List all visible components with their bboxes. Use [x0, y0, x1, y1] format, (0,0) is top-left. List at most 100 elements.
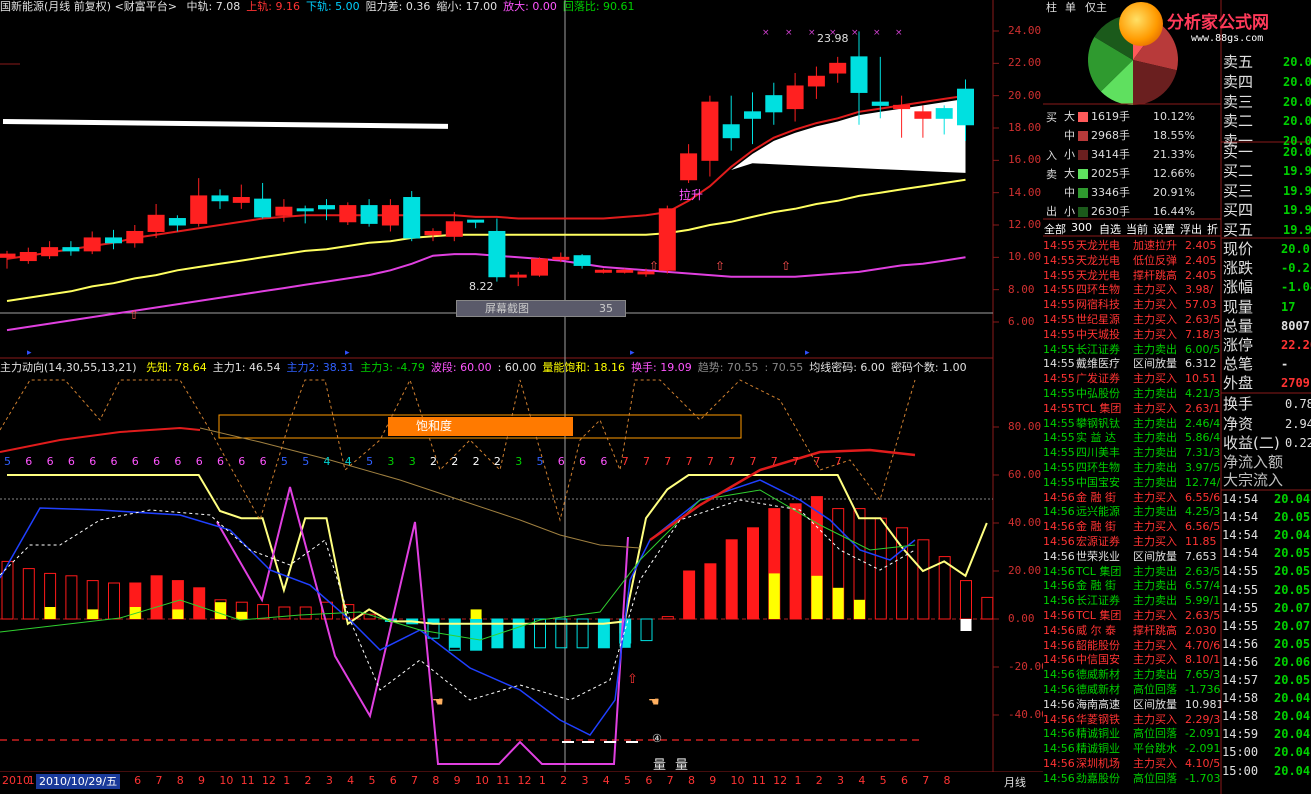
alert-value: 4.21/3	[1185, 387, 1221, 400]
alert-value: 2.405	[1185, 268, 1217, 282]
alert-row[interactable]: 14:56精诚铜业 高位回落 -2.091	[1043, 726, 1221, 741]
alert-row[interactable]: 14:56长江证券 主力卖出 5.99/1	[1043, 593, 1221, 608]
alert-event: 主力卖出	[1133, 594, 1177, 608]
alert-row[interactable]: 14:56德威新材 主力卖出 7.65/3	[1043, 667, 1221, 682]
alert-value: -1.736	[1185, 683, 1221, 696]
code-digit: 6	[174, 455, 182, 468]
alert-stock: 中信国安	[1076, 653, 1120, 667]
alert-row[interactable]: 14:55四环生物 主力买入 3.98/	[1043, 282, 1221, 297]
alert-value: 12.74/	[1185, 475, 1221, 489]
alert-value: 57.03	[1185, 298, 1217, 312]
code-digit: 7	[706, 455, 714, 468]
alert-row[interactable]: 14:55四川美丰 主力卖出 7.31/3	[1043, 445, 1221, 460]
alert-tab[interactable]: 300	[1071, 221, 1092, 234]
alert-row[interactable]: 14:55攀钢钒钛 主力卖出 2.46/4	[1043, 416, 1221, 431]
alert-row[interactable]: 14:56宏源证券 主力买入 11.85	[1043, 534, 1221, 549]
alert-row[interactable]: 14:55戴维医疗 区间放量 6.312	[1043, 356, 1221, 371]
main-force-bar-neg	[640, 618, 653, 642]
candle-body	[957, 88, 974, 126]
candle-body	[83, 237, 101, 252]
alert-event: 撑杆跳高	[1133, 623, 1177, 637]
month-label: 12	[261, 774, 276, 787]
stat-label: 换手	[1223, 395, 1254, 413]
alert-tab[interactable]: 全部	[1044, 221, 1066, 237]
period-button[interactable]: 月线	[1004, 774, 1026, 790]
tick-value: 20.05	[1274, 636, 1311, 651]
month-label: 2010	[2, 774, 30, 787]
indicator-item-value: 70.55	[723, 361, 759, 374]
tick-time: 14:54	[1222, 510, 1259, 525]
alert-tab[interactable]: 折	[1207, 221, 1218, 237]
alert-row[interactable]: 14:56劲嘉股份 高位回落 -1.703	[1043, 771, 1221, 786]
alert-time: 14:55	[1043, 253, 1075, 267]
screenshot-box[interactable]: 屏幕截图 35	[456, 300, 626, 317]
money-flow-row: 大 1619手 10.12%	[1064, 108, 1195, 126]
indicator-item: 均线密码: 6.00	[809, 361, 885, 374]
code-digit: 7	[834, 455, 842, 468]
alert-row[interactable]: 14:55天龙光电 撑杆跳高 2.405	[1043, 268, 1221, 283]
alert-row[interactable]: 14:56德威新材 高位回落 -1.736	[1043, 682, 1221, 697]
candle-body	[254, 198, 272, 218]
alert-row[interactable]: 14:55广发证券 主力买入 10.51	[1043, 371, 1221, 386]
order-book-row: 卖二 20.05	[1223, 111, 1311, 131]
alert-event: 主力卖出	[1133, 387, 1177, 400]
main-force-bar	[150, 575, 163, 620]
month-label: 4	[347, 774, 355, 787]
alert-row[interactable]: 14:55TCL 集团 主力买入 2.63/1	[1043, 401, 1221, 416]
alert-row[interactable]: 14:56精诚铜业 平台跳水 -2.091	[1043, 741, 1221, 756]
indicator-item-label: 主力3:	[360, 361, 393, 374]
alert-row[interactable]: 14:56金 融 街 主力买入 6.56/5	[1043, 519, 1221, 534]
alert-time: 14:56	[1043, 564, 1075, 578]
flow-pct: 10.12%	[1153, 110, 1195, 123]
alert-event: 主力买入	[1133, 401, 1177, 415]
tick-value: 20.05	[1274, 510, 1311, 525]
alert-tab[interactable]: 自选	[1099, 221, 1121, 237]
alert-row[interactable]: 14:56海南高速 区间放量 10.981	[1043, 697, 1221, 712]
alert-stock: 金 融 街	[1076, 520, 1116, 534]
alert-tab[interactable]: 当前	[1126, 221, 1148, 237]
alert-row[interactable]: 14:56世荣兆业 区间放量 7.653	[1043, 549, 1221, 564]
candle-body	[744, 111, 761, 119]
alert-row[interactable]: 14:56华菱钢铁 主力买入 2.29/3	[1043, 712, 1221, 727]
order-book-row: 买一 20.00	[1223, 142, 1311, 162]
alert-row[interactable]: 14:56金 融 街 主力买入 6.55/6	[1043, 490, 1221, 505]
date-axis-bar: 2010123456789101112123456789101112123456…	[0, 772, 1043, 794]
sell-out-label-2: 出	[1046, 205, 1057, 218]
alert-row[interactable]: 14:55网宿科技 主力买入 57.03	[1043, 297, 1221, 312]
alert-row[interactable]: 14:55中国宝安 主力卖出 12.74/	[1043, 475, 1221, 490]
alert-row[interactable]: 14:56TCL 集团 主力买入 2.63/5	[1043, 608, 1221, 623]
flow-swatch	[1078, 150, 1088, 160]
alert-row[interactable]: 14:55天龙光电 加速拉升 2.405	[1043, 238, 1221, 253]
alert-row[interactable]: 14:55长江证券 主力卖出 6.00/5	[1043, 342, 1221, 357]
alert-row[interactable]: 14:56威 尔 泰 撑杆跳高 2.030	[1043, 623, 1221, 638]
alert-row[interactable]: 14:56韶能股份 主力买入 4.70/6	[1043, 638, 1221, 653]
alert-tab[interactable]: 设置	[1153, 221, 1175, 237]
alert-row[interactable]: 14:55实 益 达 主力卖出 5.86/4	[1043, 430, 1221, 445]
alert-event: 主力卖出	[1133, 416, 1177, 430]
alert-row[interactable]: 14:55中天城投 主力买入 7.18/3	[1043, 327, 1221, 342]
tick-row: 14:54 20.04	[1222, 526, 1311, 544]
month-label: 3	[581, 774, 589, 787]
month-label: 9	[453, 774, 461, 787]
alert-tab[interactable]: 浮出	[1180, 221, 1202, 237]
money-flow-row: 小 2630手 16.44%	[1064, 203, 1195, 221]
code-digit: 7	[728, 455, 736, 468]
alert-time: 14:56	[1043, 697, 1075, 711]
alert-row[interactable]: 14:56TCL 集团 主力卖出 2.63/5	[1043, 564, 1221, 579]
alert-row[interactable]: 14:55天龙光电 低位反弹 2.405	[1043, 253, 1221, 268]
alert-row[interactable]: 14:55中弘股份 主力卖出 4.21/3	[1043, 386, 1221, 401]
alert-row[interactable]: 14:55世纪星源 主力买入 2.63/5	[1043, 312, 1221, 327]
order-book-label: 卖三	[1223, 92, 1254, 111]
price-axis-label: 14.00	[1008, 185, 1042, 199]
alert-row[interactable]: 14:56远兴能源 主力卖出 4.25/3	[1043, 504, 1221, 519]
alert-event: 主力卖出	[1133, 431, 1177, 445]
alert-time: 14:56	[1043, 579, 1075, 593]
alert-row[interactable]: 14:55四环生物 主力卖出 3.97/5	[1043, 460, 1221, 475]
code-digit: 7	[621, 455, 629, 468]
alert-row[interactable]: 14:56中信国安 主力买入 8.10/1	[1043, 652, 1221, 667]
alert-row[interactable]: 14:56深圳机场 主力买入 4.10/5	[1043, 756, 1221, 771]
alert-row[interactable]: 14:56金 融 街 主力卖出 6.57/4	[1043, 578, 1221, 593]
alert-event: 加速拉升	[1133, 239, 1177, 252]
chart-area[interactable]: × × × × × × ×⇧⇧ ⇧ ⇧▸ ▸ ▸ ▸	[0, 0, 1043, 794]
alert-time: 14:56	[1043, 623, 1075, 637]
